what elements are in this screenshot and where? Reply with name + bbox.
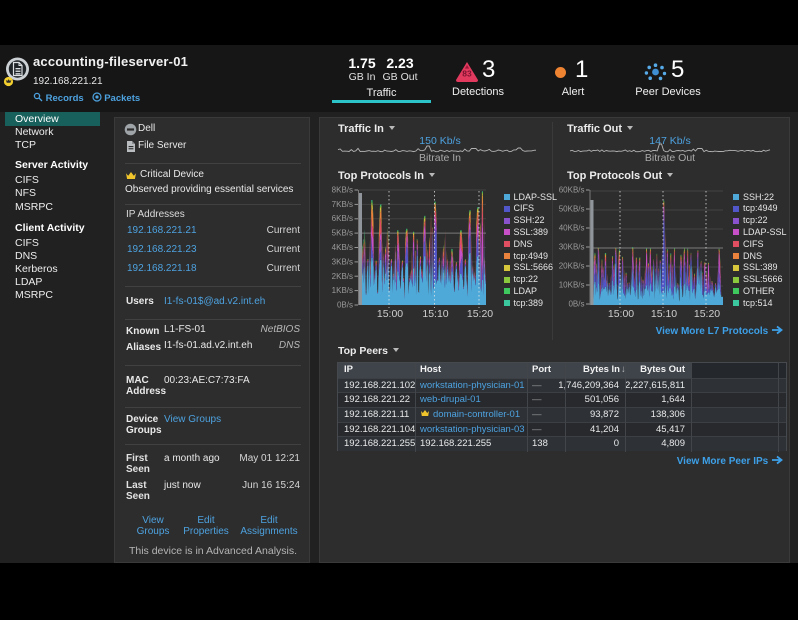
svg-text:83: 83 (462, 69, 472, 79)
